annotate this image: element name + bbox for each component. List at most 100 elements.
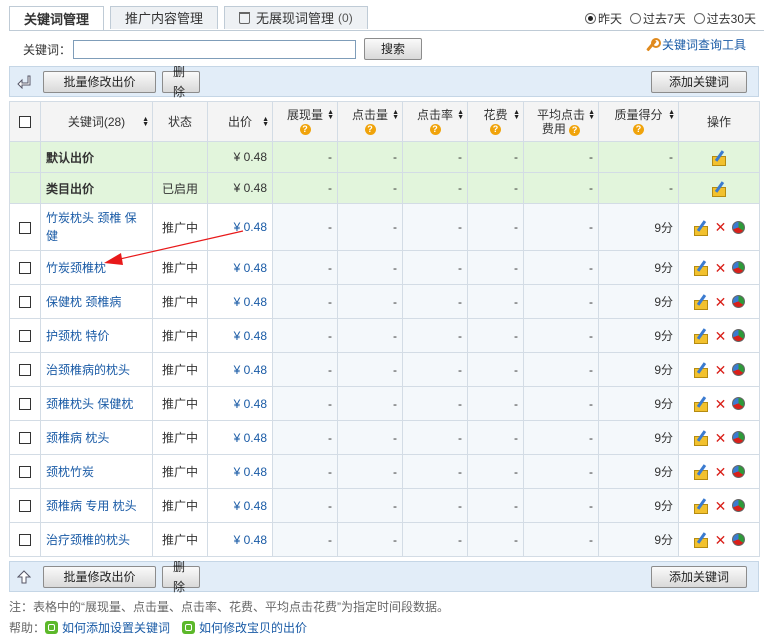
delete-icon[interactable]: ✕: [715, 329, 727, 343]
row-checkbox[interactable]: [19, 296, 31, 309]
row-checkbox[interactable]: [19, 466, 31, 479]
radio-icon[interactable]: [584, 13, 596, 24]
keyword-link[interactable]: 颈椎枕头 保健枕: [46, 397, 133, 411]
edit-bid-icon[interactable]: [711, 181, 727, 197]
help-icon[interactable]: ?: [299, 124, 311, 135]
report-chart-icon[interactable]: [732, 261, 746, 274]
bid-cell[interactable]: ¥ 0.48: [207, 141, 273, 173]
col-bid[interactable]: 出价 ▲ ▼: [207, 101, 273, 142]
col-impressions[interactable]: 展现量? ▲ ▼: [272, 101, 338, 142]
row-checkbox[interactable]: [19, 262, 31, 275]
sort-icon[interactable]: ▲ ▼: [668, 109, 675, 121]
bid-cell[interactable]: ¥ 0.48: [207, 488, 273, 523]
help-icon[interactable]: ?: [633, 124, 644, 135]
sort-icon[interactable]: ▲ ▼: [457, 109, 464, 121]
range-30-days[interactable]: 过去30天: [693, 10, 756, 27]
edit-bid-icon[interactable]: [693, 260, 709, 276]
keyword-link[interactable]: 颈椎病 专用 枕头: [46, 499, 137, 513]
row-checkbox[interactable]: [19, 500, 31, 513]
delete-icon[interactable]: ✕: [715, 261, 727, 275]
sort-icon[interactable]: ▲ ▼: [513, 109, 520, 121]
edit-bid-icon[interactable]: [693, 430, 709, 446]
keyword-link[interactable]: 颈椎病 枕头: [46, 431, 109, 445]
keyword-query-tool-link[interactable]: 关键词查询工具: [644, 36, 746, 53]
row-checkbox[interactable]: [19, 534, 31, 547]
row-checkbox[interactable]: [19, 364, 31, 377]
delete-button[interactable]: 删除: [162, 560, 200, 594]
edit-bid-icon[interactable]: [693, 294, 709, 310]
delete-icon[interactable]: ✕: [715, 533, 727, 547]
help-icon[interactable]: ?: [364, 124, 376, 135]
report-chart-icon[interactable]: [732, 397, 746, 410]
bulk-bid-button[interactable]: 批量修改出价: [43, 70, 156, 93]
search-input[interactable]: [73, 39, 357, 59]
edit-bid-icon[interactable]: [693, 396, 709, 412]
report-chart-icon[interactable]: [732, 295, 746, 308]
col-clicks[interactable]: 点击量? ▲ ▼: [337, 101, 403, 142]
col-cost[interactable]: 花费? ▲ ▼: [467, 101, 524, 142]
row-checkbox[interactable]: [19, 398, 31, 411]
bid-cell[interactable]: ¥ 0.48: [207, 203, 273, 251]
delete-icon[interactable]: ✕: [715, 465, 727, 479]
keyword-link[interactable]: 保健枕 颈椎病: [46, 295, 121, 309]
delete-icon[interactable]: ✕: [715, 397, 727, 411]
sort-icon[interactable]: ▲ ▼: [392, 109, 399, 121]
help-link-change-bid[interactable]: 如何修改宝贝的出价: [182, 619, 307, 636]
sort-icon[interactable]: ▲ ▼: [142, 116, 149, 128]
delete-icon[interactable]: ✕: [715, 499, 727, 513]
help-icon[interactable]: ?: [569, 124, 581, 136]
report-chart-icon[interactable]: [732, 533, 746, 546]
col-keyword[interactable]: 关键词(28) ▲ ▼: [40, 101, 153, 142]
bulk-bid-button[interactable]: 批量修改出价: [43, 565, 156, 588]
range-7-days[interactable]: 过去7天: [629, 10, 686, 27]
bid-cell[interactable]: ¥ 0.48: [207, 172, 273, 204]
sort-icon[interactable]: ▲ ▼: [327, 109, 334, 121]
report-chart-icon[interactable]: [732, 220, 746, 234]
tab-promotion-content[interactable]: 推广内容管理: [110, 6, 219, 29]
delete-icon[interactable]: ✕: [715, 295, 727, 309]
add-keyword-button[interactable]: 添加关键词: [651, 71, 747, 93]
col-ctr[interactable]: 点击率? ▲ ▼: [402, 101, 468, 142]
tab-keyword-management[interactable]: 关键词管理: [9, 6, 105, 31]
delete-icon[interactable]: ✕: [715, 220, 727, 234]
row-checkbox[interactable]: [19, 330, 31, 343]
report-chart-icon[interactable]: [732, 499, 746, 512]
keyword-link[interactable]: 治疗颈椎的枕头: [46, 533, 130, 547]
bid-cell[interactable]: ¥ 0.48: [207, 386, 273, 421]
bid-cell[interactable]: ¥ 0.48: [207, 352, 273, 387]
delete-icon[interactable]: ✕: [715, 431, 727, 445]
bid-cell[interactable]: ¥ 0.48: [207, 454, 273, 489]
edit-bid-icon[interactable]: [711, 150, 727, 166]
search-button[interactable]: 搜索: [364, 38, 423, 60]
row-checkbox[interactable]: [19, 221, 31, 234]
edit-bid-icon[interactable]: [693, 220, 709, 236]
help-icon[interactable]: ?: [429, 124, 441, 135]
range-yesterday[interactable]: 昨天: [584, 10, 622, 27]
edit-bid-icon[interactable]: [693, 532, 709, 548]
report-chart-icon[interactable]: [732, 465, 746, 478]
col-avg-cpc[interactable]: 平均点击 费用 ? ▲ ▼: [523, 101, 599, 142]
radio-icon[interactable]: [693, 13, 705, 24]
tab-no-impression-words[interactable]: 无展现词管理 (0): [224, 6, 368, 29]
help-icon[interactable]: ?: [490, 124, 501, 135]
report-chart-icon[interactable]: [732, 363, 746, 376]
radio-icon[interactable]: [629, 13, 641, 24]
keyword-link[interactable]: 竹炭颈椎枕: [46, 261, 106, 275]
help-link-add-keyword[interactable]: 如何添加设置关键词: [45, 619, 170, 636]
report-chart-icon[interactable]: [732, 329, 746, 342]
sort-icon[interactable]: ▲ ▼: [588, 109, 595, 121]
bid-cell[interactable]: ¥ 0.48: [207, 522, 273, 557]
col-quality[interactable]: 质量得分? ▲ ▼: [598, 101, 679, 142]
edit-bid-icon[interactable]: [693, 328, 709, 344]
report-chart-icon[interactable]: [732, 431, 746, 444]
keyword-link[interactable]: 竹炭枕头 颈椎 保健: [46, 211, 137, 243]
select-all-checkbox[interactable]: [19, 116, 31, 129]
edit-bid-icon[interactable]: [693, 362, 709, 378]
keyword-link[interactable]: 治颈椎病的枕头: [46, 363, 130, 377]
add-keyword-button[interactable]: 添加关键词: [651, 566, 747, 588]
delete-icon[interactable]: ✕: [715, 363, 727, 377]
bid-cell[interactable]: ¥ 0.48: [207, 284, 273, 319]
delete-button[interactable]: 删除: [162, 65, 200, 99]
bid-cell[interactable]: ¥ 0.48: [207, 318, 273, 353]
edit-bid-icon[interactable]: [693, 498, 709, 514]
